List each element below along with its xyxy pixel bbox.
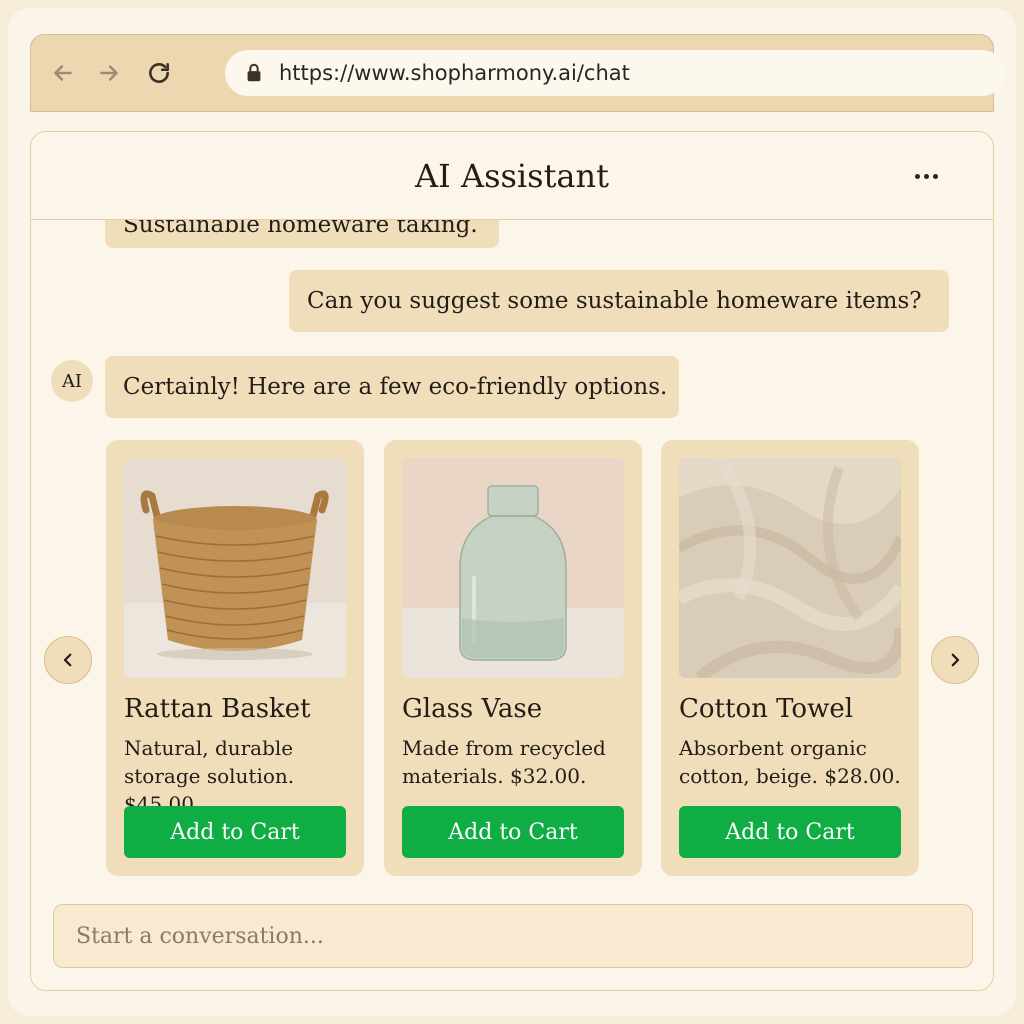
product-image-glass-vase [402,458,624,678]
product-description: Absorbent organic cotton, beige. $28.00. [679,736,901,788]
product-card: Glass Vase Made from recycled materials.… [384,440,642,876]
product-name: Rattan Basket [124,694,311,724]
more-horizontal-icon [914,173,920,179]
url-text: https://www.shopharmony.ai/chat [279,61,630,85]
user-message-bubble: Can you suggest some sustainable homewar… [289,270,949,332]
product-image-cotton-towel [679,458,901,678]
chat-title: AI Assistant [415,156,609,195]
carousel-next-button[interactable] [931,636,979,684]
product-card: Rattan Basket Natural, durable storage s… [106,440,364,876]
product-description: Made from recycled materials. $32.00. [402,736,606,788]
message-text: Certainly! Here are a few eco-friendly o… [123,374,668,400]
add-to-cart-button[interactable]: Add to Cart [679,806,901,858]
product-name: Glass Vase [402,694,543,724]
towel-image [679,458,901,678]
chevron-right-icon [951,653,960,667]
arrow-left-icon [54,65,72,81]
arrow-right-icon [100,65,118,81]
chat-window: AI Assistant Sustainable homeware taking… [30,131,994,991]
message-text: Can you suggest some sustainable homewar… [307,288,922,314]
product-name: Cotton Towel [679,694,854,724]
ai-avatar: AI [51,360,93,402]
address-bar[interactable]: https://www.shopharmony.ai/chat [225,50,1005,96]
product-image-rattan-basket [124,458,346,678]
reload-icon [149,63,169,83]
reload-button[interactable] [143,57,175,89]
chat-header: AI Assistant [31,132,993,220]
message-input[interactable] [76,923,972,949]
back-button[interactable] [47,57,79,89]
more-options-button[interactable] [911,162,941,190]
lock-icon [247,63,261,82]
chevron-left-icon [63,653,72,667]
assistant-message-bubble: Certainly! Here are a few eco-friendly o… [105,356,679,418]
add-to-cart-button[interactable]: Add to Cart [402,806,624,858]
add-to-cart-button[interactable]: Add to Cart [124,806,346,858]
vase-image [402,458,624,678]
carousel-prev-button[interactable] [44,636,92,684]
browser-toolbar: https://www.shopharmony.ai/chat [30,34,1005,112]
basket-image [124,458,346,678]
product-card: Cotton Towel Absorbent organic cotton, b… [661,440,919,876]
message-composer [53,904,973,968]
forward-button[interactable] [93,57,125,89]
